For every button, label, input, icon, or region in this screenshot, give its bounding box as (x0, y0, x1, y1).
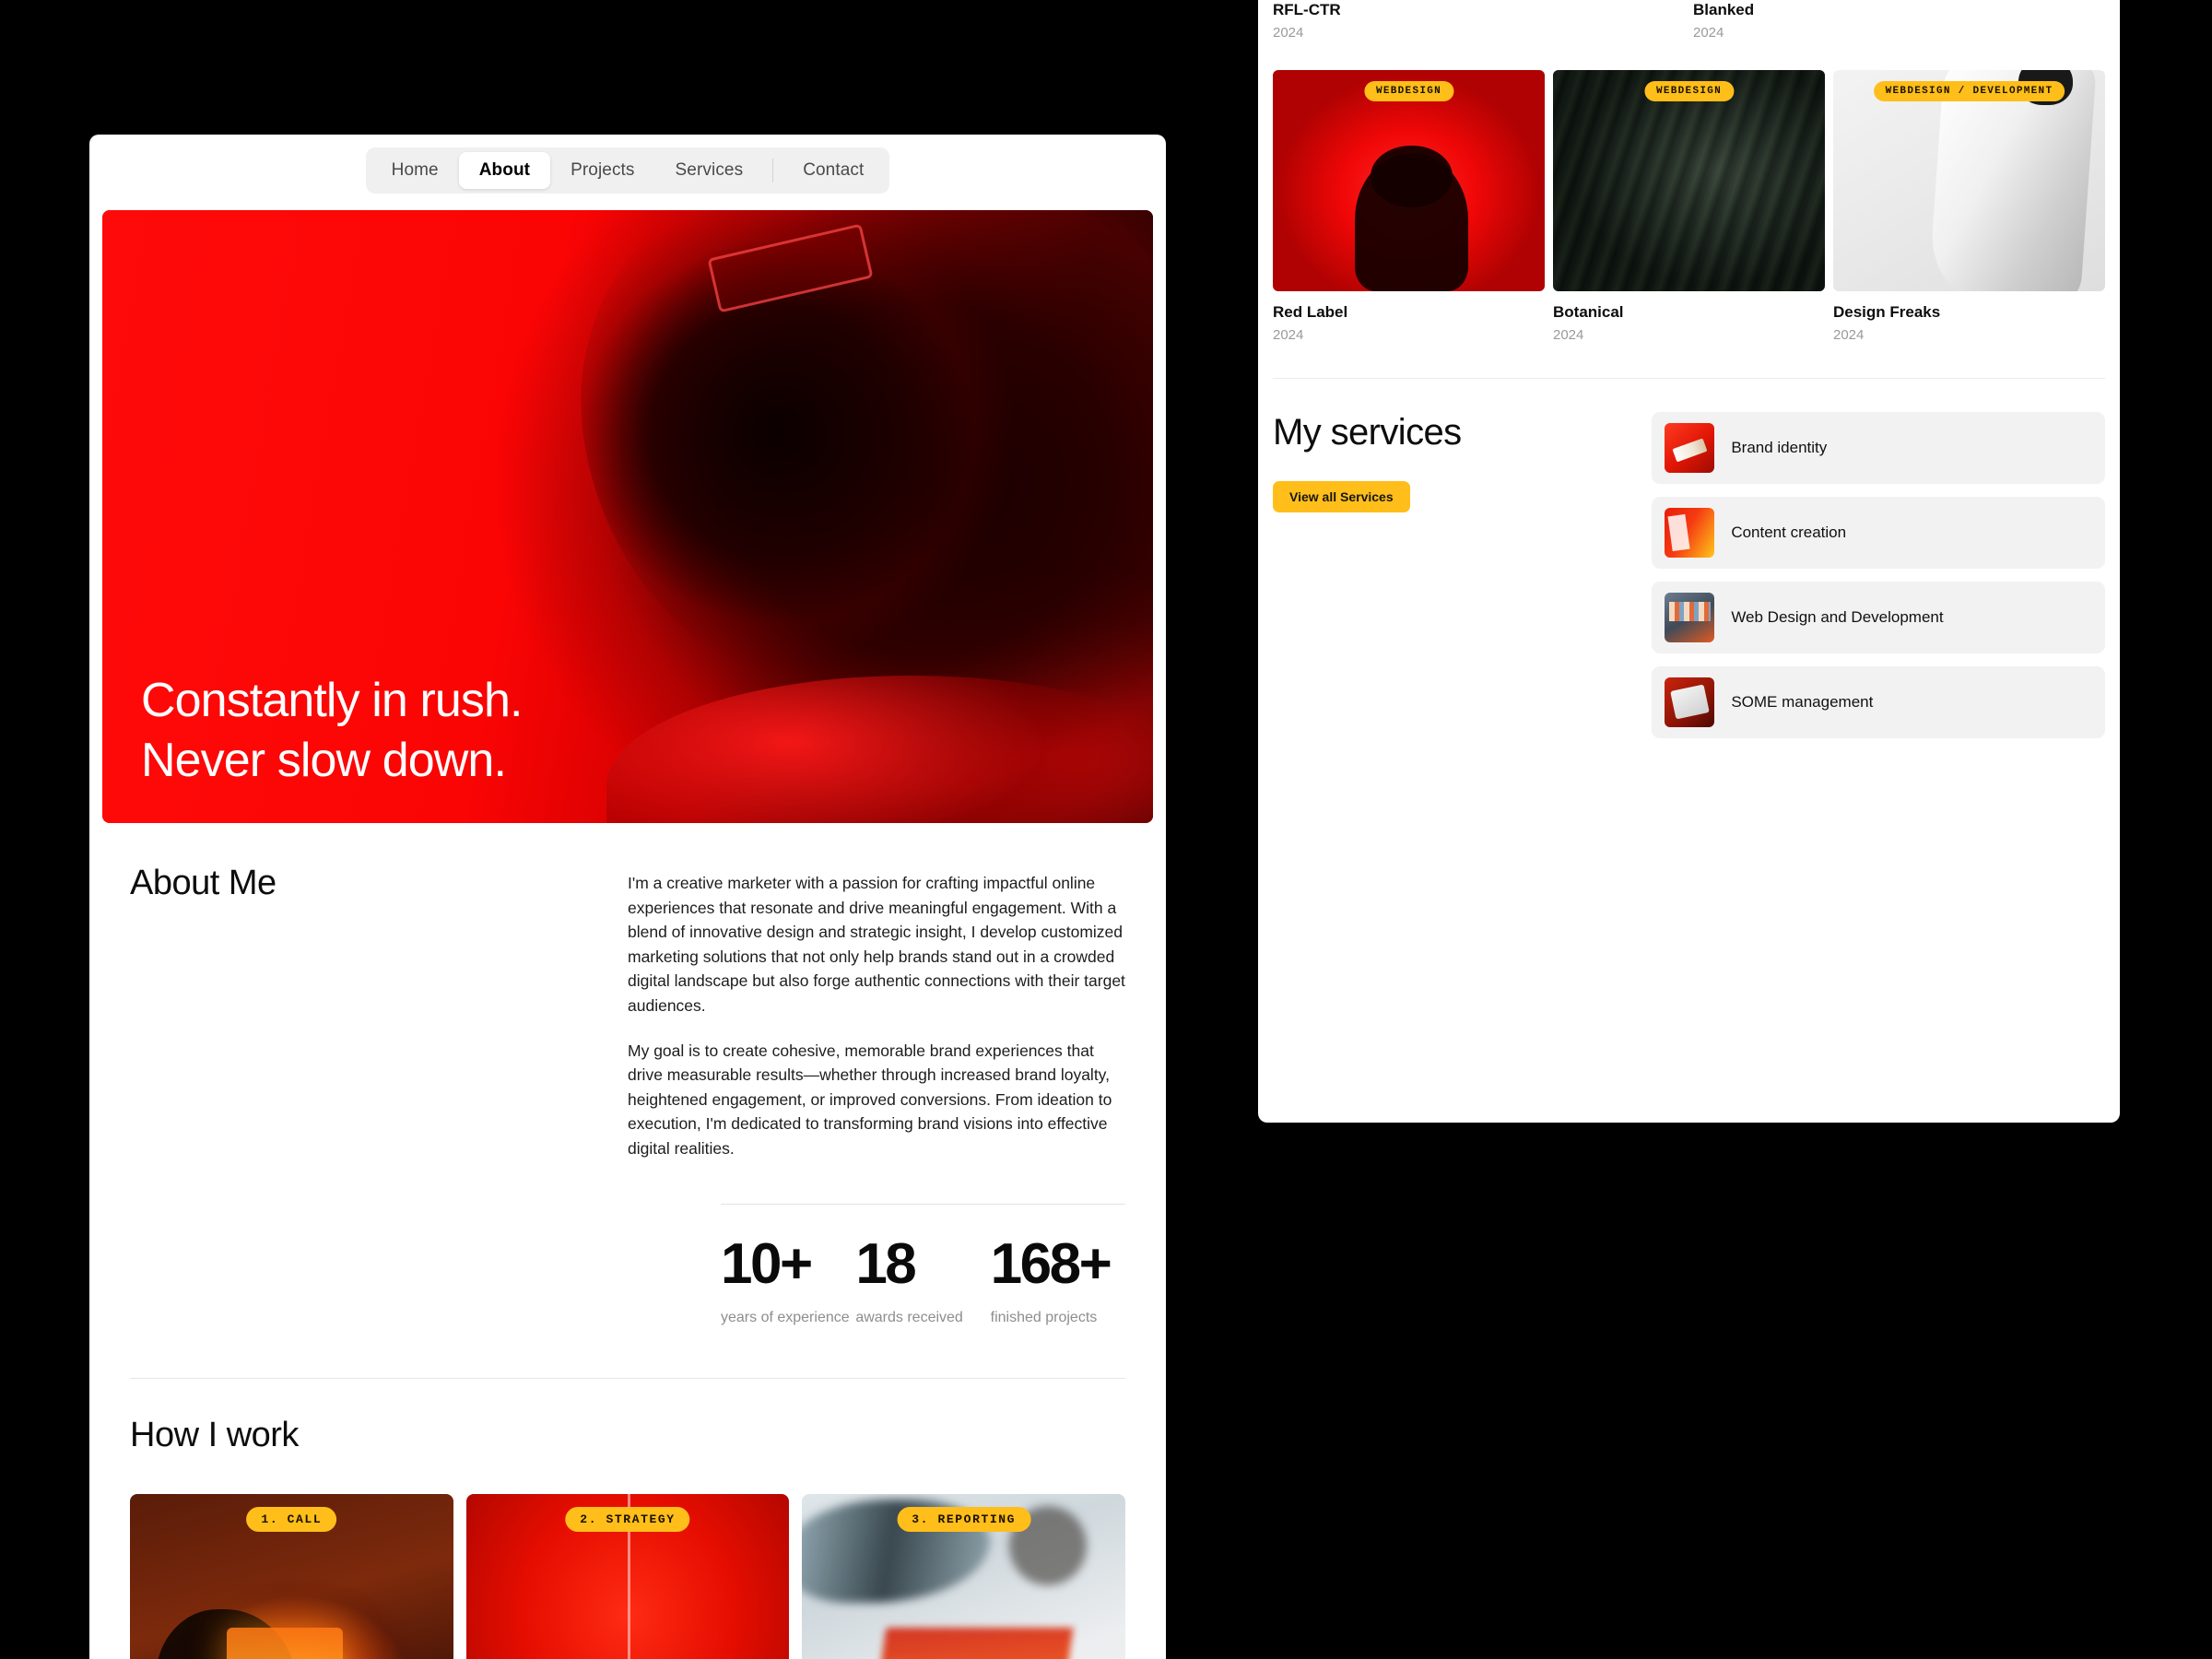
service-thumbnail (1665, 508, 1715, 558)
services-list: Brand identity Content creation Web Desi… (1652, 412, 2105, 738)
hero-banner: Constantly in rush. Never slow down. (102, 210, 1153, 823)
how-card-strategy[interactable]: 2. STRATEGY (465, 1493, 790, 1659)
step-badge: 2. STRATEGY (565, 1506, 690, 1532)
project-year: 2024 (1553, 327, 1584, 343)
service-name: Content creation (1731, 524, 1847, 541)
step-badge: 3. REPORTING (897, 1506, 1031, 1532)
right-panel-inner: RFL-CTR 2024 Blanked 2024 WEBDESIGN Red … (1258, 0, 2120, 738)
service-item-some-management[interactable]: SOME management (1652, 666, 2105, 738)
project-title: Botanical (1553, 303, 1624, 321)
about-heading-column: About Me (130, 864, 628, 1161)
about-section: About Me I'm a creative marketer with a … (89, 823, 1166, 1161)
nav-item-home[interactable]: Home (371, 152, 459, 189)
project-image: WEBDESIGN (1553, 70, 1825, 291)
project-tag: WEBDESIGN (1643, 81, 1735, 101)
stat-label: finished projects (990, 1309, 1098, 1325)
stat-value: 168+ (990, 1231, 1112, 1296)
stat-item: 18 awards received (855, 1203, 991, 1326)
view-all-services-button[interactable]: View all Services (1273, 481, 1410, 512)
stat-value: 10+ (721, 1231, 813, 1296)
project-title: RFL-CTR (1273, 1, 1341, 18)
projects-row-1: RFL-CTR 2024 Blanked 2024 (1265, 0, 2112, 41)
project-year: 2024 (1693, 25, 1724, 41)
about-text-column: I'm a creative marketer with a passion f… (628, 864, 1125, 1161)
project-title: Red Label (1273, 303, 1348, 321)
project-year: 2024 (1273, 25, 1304, 41)
top-navigation: Home About Projects Services Contact (89, 135, 1166, 206)
how-i-work-grid: 1. CALL 2. STRATEGY 3. REPORTING (130, 1493, 1126, 1659)
service-thumbnail (1665, 677, 1715, 727)
hero-title-line2: Never slow down. (141, 733, 507, 787)
hero-shoulder (606, 676, 1153, 823)
stats-row: 10+ years of experience 18 awards receiv… (721, 1203, 1125, 1326)
projects-services-panel: RFL-CTR 2024 Blanked 2024 WEBDESIGN Red … (1258, 0, 2120, 1123)
project-title: Design Freaks (1833, 303, 1941, 321)
nav-item-projects[interactable]: Projects (550, 152, 654, 189)
how-i-work-section: How I work 1. CALL 2. STRATEGY 3. REPORT… (89, 1379, 1166, 1659)
service-name: Brand identity (1731, 439, 1828, 456)
project-card-design-freaks[interactable]: WEBDESIGN / DEVELOPMENT Design Freaks 20… (1833, 70, 2105, 343)
project-card-rfl-ctr[interactable]: RFL-CTR 2024 (1273, 0, 1685, 41)
service-name: Web Design and Development (1731, 608, 1944, 626)
about-paragraph-2: My goal is to create cohesive, memorable… (628, 1041, 1112, 1158)
nav-item-about[interactable]: About (458, 152, 551, 189)
how-card-reporting[interactable]: 3. REPORTING (802, 1493, 1126, 1659)
projects-row-2: WEBDESIGN Red Label 2024 WEBDESIGN Botan… (1265, 70, 2112, 343)
service-item-web-design[interactable]: Web Design and Development (1652, 582, 2105, 653)
service-item-content-creation[interactable]: Content creation (1652, 497, 2105, 569)
white-coat-shape (1928, 70, 2097, 291)
call-glass-shape (227, 1627, 344, 1659)
project-year: 2024 (1273, 327, 1304, 343)
project-tag: WEBDESIGN / DEVELOPMENT (1873, 81, 2065, 101)
stat-item: 168+ finished projects (990, 1203, 1125, 1326)
how-card-call[interactable]: 1. CALL (130, 1493, 453, 1659)
project-image: WEBDESIGN / DEVELOPMENT (1833, 70, 2105, 291)
screenshot-stage: Home About Projects Services Contact Con… (0, 0, 2212, 1659)
reporting-dress-blur (860, 1627, 1075, 1659)
project-card-blanked[interactable]: Blanked 2024 (1693, 0, 2105, 41)
nav-item-services[interactable]: Services (655, 152, 764, 189)
step-badge: 1. CALL (246, 1506, 337, 1532)
project-title: Blanked (1693, 1, 1755, 18)
nav-separator (772, 159, 774, 182)
about-heading: About Me (130, 864, 276, 902)
service-item-brand-identity[interactable]: Brand identity (1652, 412, 2105, 484)
stat-item: 10+ years of experience (721, 1203, 856, 1326)
nav-item-contact[interactable]: Contact (782, 152, 884, 189)
service-name: SOME management (1731, 693, 1874, 711)
hero-title-line1: Constantly in rush. (141, 674, 523, 728)
service-thumbnail (1665, 423, 1715, 473)
project-image: WEBDESIGN (1273, 70, 1545, 291)
red-silhouette-body (1354, 154, 1469, 291)
hero-title: Constantly in rush. Never slow down. (141, 671, 523, 790)
services-section: My services View all Services Brand iden… (1265, 379, 2112, 738)
project-year: 2024 (1833, 327, 1865, 343)
about-page-panel: Home About Projects Services Contact Con… (89, 135, 1166, 1659)
project-card-botanical[interactable]: WEBDESIGN Botanical 2024 (1553, 70, 1825, 343)
nav-pill-group: Home About Projects Services Contact (365, 147, 890, 194)
stat-label: years of experience (721, 1309, 850, 1325)
services-heading: My services (1273, 412, 1462, 453)
about-paragraph-1: I'm a creative marketer with a passion f… (628, 874, 1125, 1015)
service-thumbnail (1665, 593, 1715, 642)
services-heading-column: My services View all Services (1273, 412, 1639, 738)
how-i-work-heading: How I work (130, 1415, 299, 1454)
stat-value: 18 (855, 1231, 916, 1296)
project-tag: WEBDESIGN (1363, 81, 1454, 101)
project-card-red-label[interactable]: WEBDESIGN Red Label 2024 (1273, 70, 1545, 343)
stat-label: awards received (855, 1309, 963, 1325)
